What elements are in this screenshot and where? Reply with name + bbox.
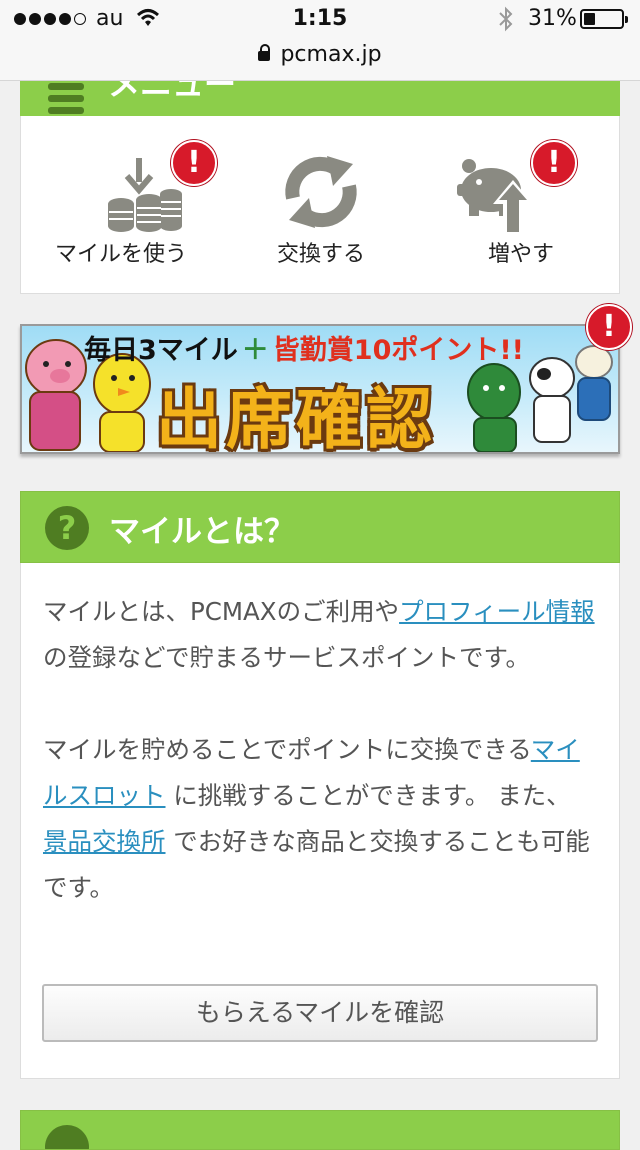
description-text: の登録などで貯まるサービスポイントです。 (43, 643, 531, 672)
menu-item-label: マイルを使う (54, 242, 187, 267)
address-bar[interactable]: pcmax.jp (0, 42, 640, 67)
mile-info-header: ? マイルとは？ (20, 491, 620, 563)
menu-panel: ! マイルを使う 交換する ! 増やす (20, 116, 620, 294)
attendance-banner[interactable]: 毎日3マイル＋皆勤賞10ポイント!! 出席確認 (20, 324, 620, 454)
banner-subtitle: 毎日3マイル＋皆勤賞10ポイント!! (84, 335, 524, 366)
banner-alert-badge-icon: ! (586, 304, 632, 350)
menu-title: メニュー (108, 81, 237, 103)
mile-info-panel: マイルとは、PCMAXのご利用やプロフィール情報の登録などで貯まるサービスポイン… (20, 563, 620, 1079)
question-mark-icon (45, 1125, 89, 1149)
menu-list-icon (48, 83, 84, 116)
mile-info-title: マイルとは？ (109, 514, 295, 550)
alert-badge-icon: ! (531, 140, 577, 186)
mile-info-description: マイルとは、PCMAXのご利用やプロフィール情報の登録などで貯まるサービスポイン… (43, 589, 599, 957)
status-bar: au 1:15 31% pcmax.jp (0, 0, 640, 81)
menu-item-label: 交換する (276, 242, 365, 267)
menu-header: メニュー (20, 81, 620, 116)
description-text: マイルを貯めることでポイントに交換できる (43, 735, 531, 764)
prize-exchange-link[interactable]: 景品交換所 (43, 827, 166, 856)
question-mark-icon: ? (45, 506, 89, 550)
description-text: マイルとは、PCMAXのご利用や (43, 597, 400, 626)
menu-item-increase[interactable]: ! 増やす (421, 116, 621, 294)
bluetooth-icon (499, 6, 513, 32)
check-miles-button[interactable]: もらえるマイルを確認 (42, 984, 598, 1042)
banner-title: 出席確認 (156, 381, 436, 454)
exchange-arrows-icon (285, 156, 357, 228)
battery-icon (580, 9, 628, 29)
url-text: pcmax.jp (280, 42, 382, 67)
lock-icon (258, 44, 271, 61)
menu-item-use-miles[interactable]: ! マイルを使う (21, 116, 221, 294)
next-section-header (20, 1110, 620, 1150)
battery-percent: 31% (528, 6, 577, 31)
menu-item-exchange[interactable]: 交換する (221, 116, 421, 294)
description-text: に挑戦することができます。 また、 (173, 781, 571, 810)
profile-info-link[interactable]: プロフィール情報 (399, 597, 595, 626)
menu-item-label: 増やす (487, 242, 554, 267)
alert-badge-icon: ! (171, 140, 217, 186)
